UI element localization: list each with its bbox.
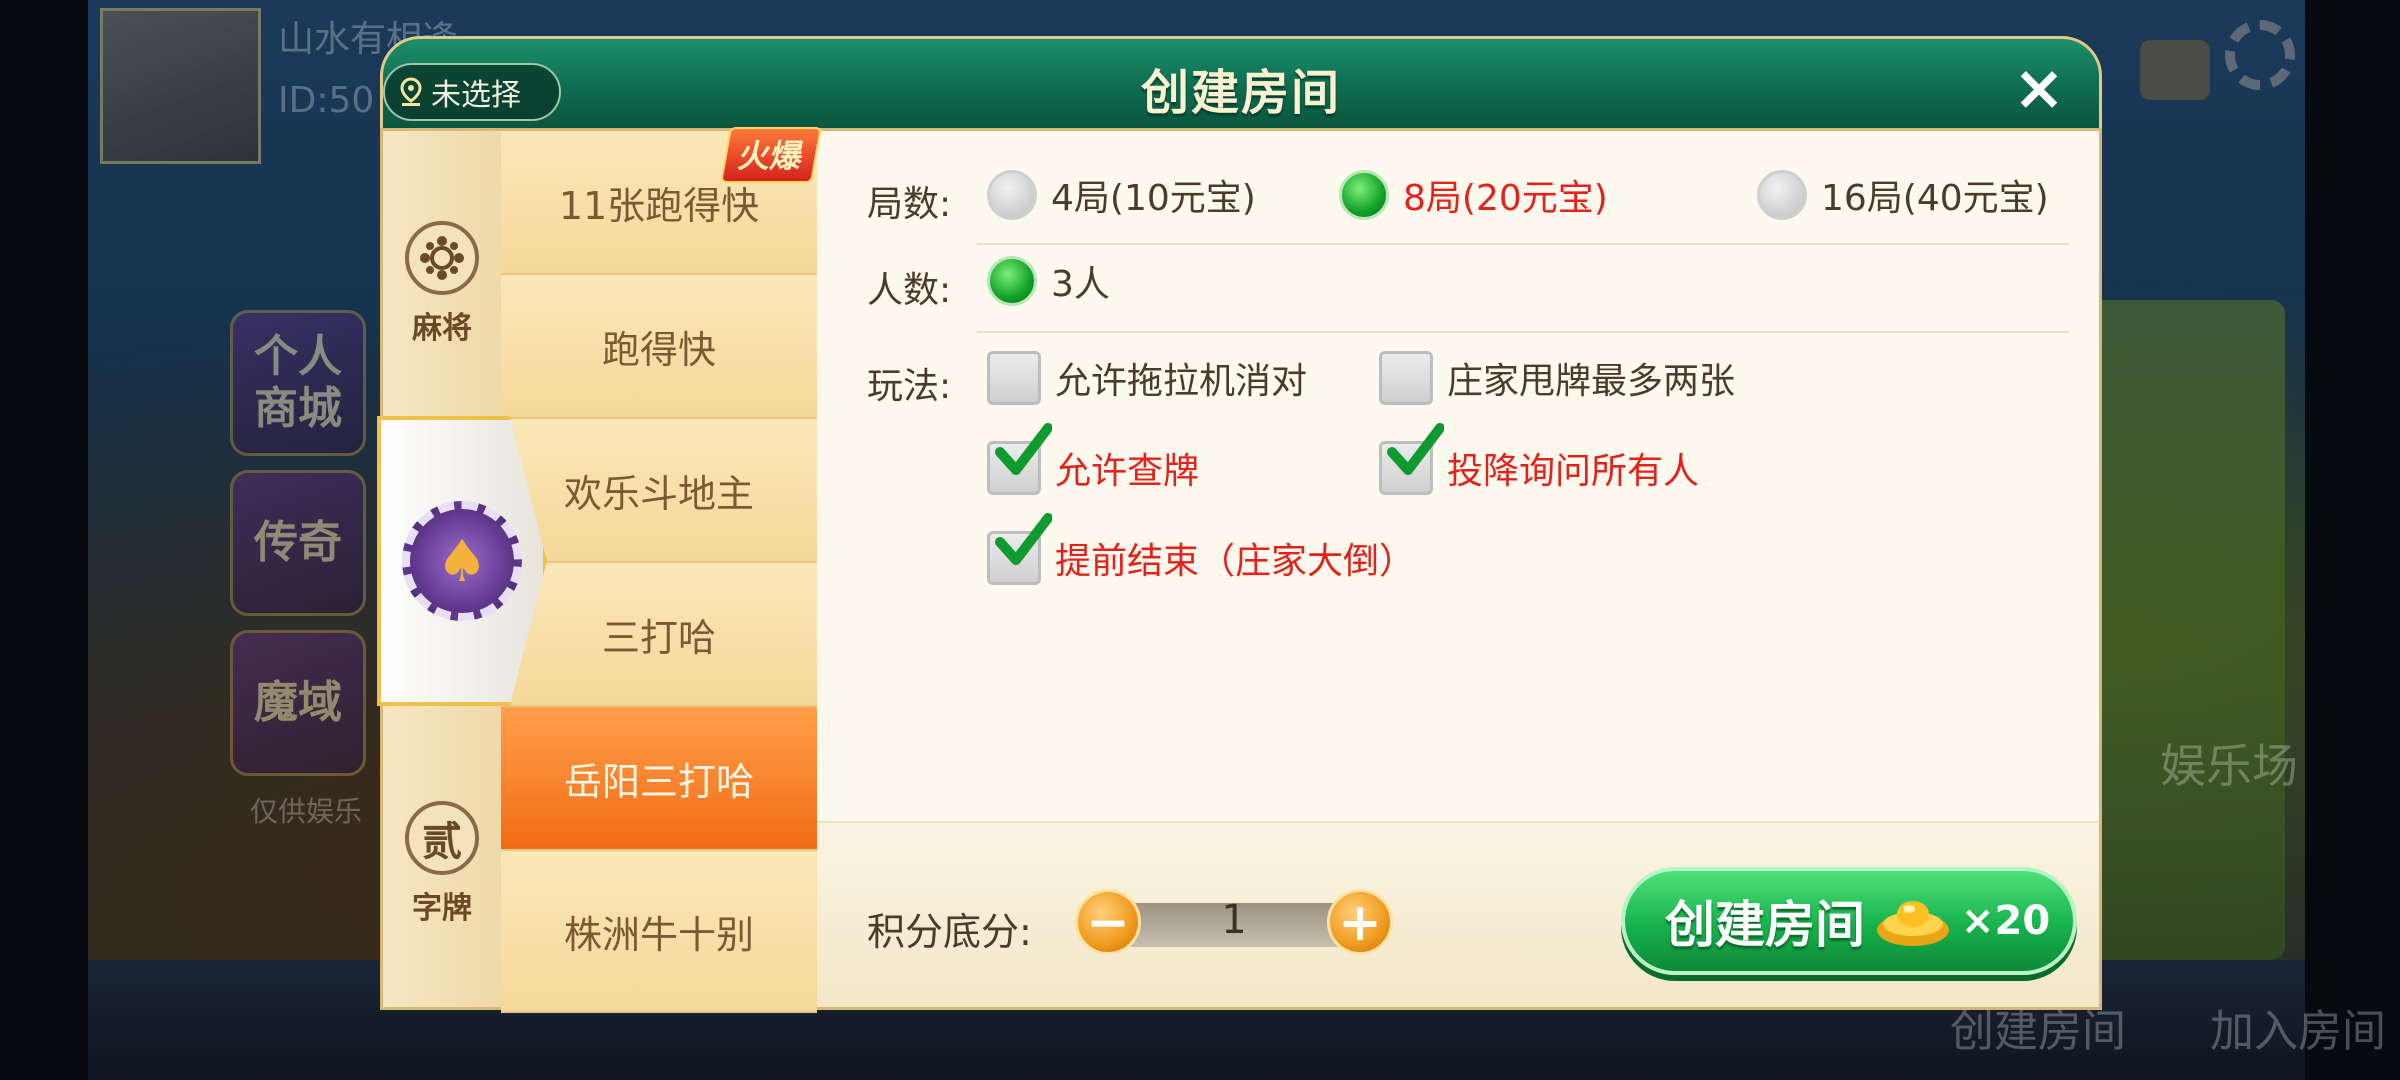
rule-early-finish[interactable]: 提前结束（庄家大倒） [987, 513, 1416, 585]
game-label: 欢乐斗地主 [563, 471, 754, 516]
close-button[interactable]: × [2009, 57, 2069, 119]
game-item[interactable]: 11张跑得快 火爆 [501, 127, 822, 275]
right-letterbox [2305, 0, 2400, 1080]
game-item-selected[interactable]: 岳阳三打哈 [501, 707, 817, 851]
rounds-option-4[interactable]: 4局(10元宝) [987, 169, 1256, 221]
location-pin-icon [399, 77, 423, 107]
dialog-title: 创建房间 [1140, 65, 1341, 121]
rule-allow-check[interactable]: 允许查牌 [987, 423, 1200, 495]
location-selector[interactable]: 未选择 [383, 63, 561, 121]
option-label: 4局(10元宝) [1051, 178, 1256, 219]
rounds-option-16[interactable]: 16局(40元宝) [1757, 169, 2049, 221]
rule-surrender-ask-all[interactable]: 投降询问所有人 [1379, 423, 1700, 495]
create-room-button[interactable]: 创建房间 ×20 [1621, 867, 2077, 975]
checkbox-checked-icon [987, 423, 1052, 495]
create-room-dialog: 创建房间 未选择 × 麻将 ♠ 贰 字牌 11张跑得快 火爆 跑得快 欢乐斗地主… [377, 36, 2102, 1013]
player-avatar [100, 8, 261, 164]
category-rail: 麻将 ♠ 贰 字牌 [377, 131, 547, 1007]
category-zipai[interactable]: 贰 字牌 [383, 801, 501, 927]
create-room-cost: ×20 [1961, 898, 2051, 944]
option-label: 16局(40元宝) [1821, 178, 2049, 219]
game-label: 跑得快 [601, 327, 716, 372]
game-item[interactable]: 三打哈 [501, 563, 817, 707]
dialog-body: 麻将 ♠ 贰 字牌 11张跑得快 火爆 跑得快 欢乐斗地主 三打哈 岳阳三打哈 … [377, 127, 2102, 1013]
category-zipai-label: 字牌 [412, 891, 472, 926]
gear-icon [2225, 20, 2295, 90]
checkbox-icon [1379, 351, 1433, 405]
rules-label: 玩法: [867, 366, 952, 407]
option-label: 3人 [1051, 264, 1110, 305]
entertainment-caption: 仅供娱乐 [250, 795, 363, 828]
checkbox-checked-icon [1379, 423, 1444, 495]
option-label: 提前结束（庄家大倒） [1055, 541, 1416, 582]
checkbox-checked-icon [987, 513, 1052, 585]
game-item[interactable]: 欢乐斗地主 [501, 419, 817, 563]
game-list: 11张跑得快 火爆 跑得快 欢乐斗地主 三打哈 岳阳三打哈 株洲牛十别 [501, 127, 822, 1013]
option-label: 投降询问所有人 [1447, 451, 1700, 492]
create-room-label: 创建房间 [1665, 896, 1865, 954]
spade-chip-icon: ♠ [402, 501, 522, 621]
rule-dealer-throw-limit[interactable]: 庄家甩牌最多两张 [1379, 351, 1735, 405]
location-label: 未选择 [431, 78, 521, 113]
category-mahjong[interactable]: 麻将 [383, 221, 501, 347]
legend-tile: 传奇 [230, 470, 366, 616]
decrement-button[interactable]: − [1075, 889, 1141, 955]
game-label: 三打哈 [601, 615, 716, 660]
dialog-title-bar: 创建房间 未选择 × [380, 36, 2102, 132]
score-stepper: 1 − + [1075, 889, 1393, 959]
divider [977, 331, 2069, 333]
lobby-join-room: 加入房间 [2210, 1006, 2386, 1057]
game-label: 株洲牛十别 [563, 912, 754, 957]
dialog-bottom-bar: 积分底分: 1 − + 创建房间 ×20 [817, 821, 2099, 1007]
category-mahjong-label: 麻将 [412, 311, 472, 346]
left-letterbox [0, 0, 88, 1080]
zipai-icon: 贰 [405, 801, 479, 875]
game-item[interactable]: 跑得快 [501, 275, 817, 419]
players-option-3[interactable]: 3人 [987, 255, 1110, 307]
checkbox-icon [987, 351, 1041, 405]
mahjong-icon [405, 221, 479, 295]
hot-badge: 火爆 [720, 127, 822, 183]
radio-selected-icon [1339, 170, 1389, 220]
score-label: 积分底分: [867, 910, 1032, 954]
gold-ingot-icon [1875, 894, 1951, 948]
room-settings: 局数: 4局(10元宝) 8局(20元宝) 16局(40元宝) 人数: 3人 玩… [817, 131, 2099, 831]
increment-button[interactable]: + [1327, 889, 1393, 955]
player-id: ID:50 [278, 80, 375, 121]
rounds-label: 局数: [867, 184, 952, 225]
option-label: 允许查牌 [1055, 451, 1200, 492]
radio-selected-icon [987, 256, 1037, 306]
game-item[interactable]: 株洲牛十别 [501, 851, 817, 1013]
venue-label: 娱乐场 [2160, 739, 2298, 793]
radio-icon [987, 170, 1037, 220]
rounds-option-8[interactable]: 8局(20元宝) [1339, 169, 1608, 221]
rule-tractor-cancel[interactable]: 允许拖拉机消对 [987, 351, 1307, 405]
option-label: 庄家甩牌最多两张 [1447, 361, 1736, 402]
moyu-tile: 魔域 [230, 630, 366, 776]
option-label: 允许拖拉机消对 [1055, 361, 1308, 402]
divider [977, 243, 2069, 245]
shop-tile: 个人商城 [230, 310, 366, 456]
game-label: 岳阳三打哈 [563, 759, 754, 804]
option-label: 8局(20元宝) [1403, 178, 1608, 219]
radio-icon [1757, 170, 1807, 220]
players-label: 人数: [867, 270, 952, 311]
menu-icon [2140, 40, 2210, 100]
